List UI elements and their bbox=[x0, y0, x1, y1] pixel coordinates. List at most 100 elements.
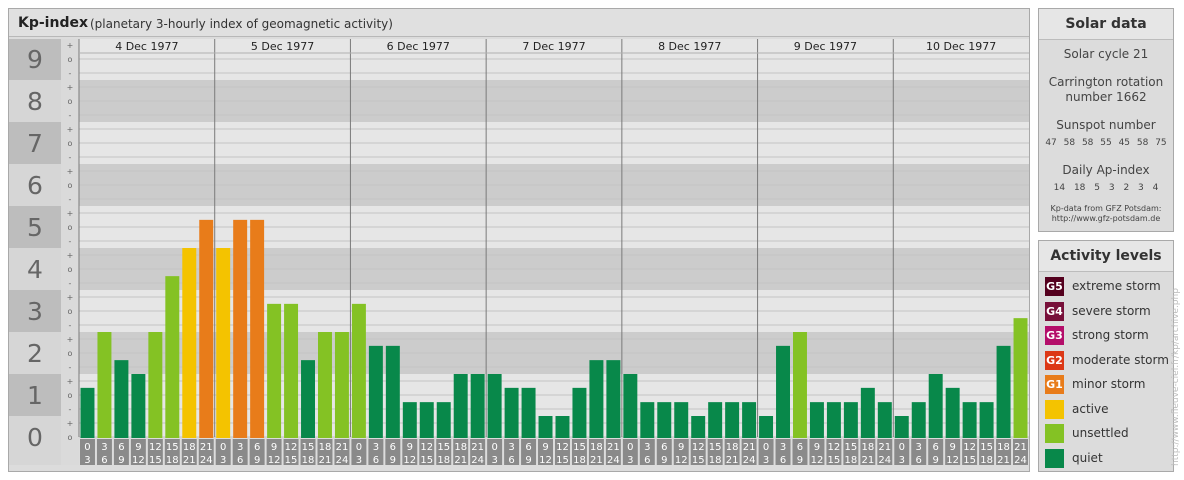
level-label: unsettled bbox=[1072, 426, 1129, 440]
x-tick-label: 3 bbox=[373, 442, 379, 453]
x-tick-label: 9 bbox=[525, 455, 531, 466]
x-tick-label: 12 bbox=[539, 455, 552, 466]
y-minor-label: - bbox=[69, 237, 72, 246]
kp-bar bbox=[504, 387, 519, 438]
kp-bar bbox=[606, 360, 621, 438]
x-tick-label: 9 bbox=[135, 442, 141, 453]
y-axis-label: 7 bbox=[27, 129, 43, 158]
x-tick-label: 18 bbox=[997, 442, 1010, 453]
kp-bar bbox=[487, 374, 502, 438]
x-tick-label: 15 bbox=[709, 442, 722, 453]
level-label: extreme storm bbox=[1072, 279, 1161, 293]
y-minor-label: - bbox=[69, 321, 72, 330]
y-axis-label: 8 bbox=[27, 87, 43, 116]
x-tick-label: 9 bbox=[271, 442, 277, 453]
kp-bar bbox=[928, 374, 943, 438]
kp-bar bbox=[860, 387, 875, 438]
kp-bar bbox=[368, 345, 383, 438]
x-tick-label: 12 bbox=[149, 442, 162, 453]
kp-bar bbox=[521, 387, 536, 438]
y-minor-label: o bbox=[68, 391, 73, 400]
y-minor-label: + bbox=[67, 251, 74, 260]
x-tick-label: 12 bbox=[403, 455, 416, 466]
x-tick-label: 18 bbox=[319, 442, 332, 453]
x-tick-label: 21 bbox=[471, 442, 484, 453]
kp-bar bbox=[945, 387, 960, 438]
x-tick-label: 21 bbox=[1014, 442, 1027, 453]
x-tick-label: 21 bbox=[861, 455, 874, 466]
y-minor-label: + bbox=[67, 167, 74, 176]
level-swatch: G5 bbox=[1045, 277, 1064, 296]
kp-bar bbox=[589, 360, 604, 438]
level-swatch: G1 bbox=[1045, 375, 1064, 394]
kp-bar bbox=[776, 345, 790, 438]
y-minor-label: + bbox=[67, 377, 74, 386]
x-tick-label: 9 bbox=[661, 455, 667, 466]
level-swatch bbox=[1045, 424, 1064, 443]
source-link[interactable]: http://www.gfz-potsdam.de bbox=[1039, 214, 1173, 223]
x-tick-label: 6 bbox=[797, 442, 803, 453]
x-tick-label: 0 bbox=[356, 442, 362, 453]
x-tick-label: 0 bbox=[84, 442, 90, 453]
kp-bar bbox=[657, 402, 672, 438]
y-minor-label: + bbox=[67, 209, 74, 218]
y-minor-label: + bbox=[67, 293, 74, 302]
x-tick-label: 6 bbox=[644, 455, 650, 466]
x-tick-label: 15 bbox=[828, 455, 841, 466]
x-tick-label: 15 bbox=[963, 455, 976, 466]
y-minor-label: - bbox=[69, 405, 72, 414]
kp-bar bbox=[165, 276, 180, 438]
kp-bar bbox=[419, 402, 434, 438]
kp-bar bbox=[572, 387, 587, 438]
x-tick-label: 6 bbox=[661, 442, 667, 453]
x-tick-label: 15 bbox=[166, 442, 179, 453]
kp-bar bbox=[385, 345, 400, 438]
x-tick-label: 6 bbox=[780, 455, 786, 466]
x-tick-label: 12 bbox=[811, 455, 824, 466]
x-tick-label: 21 bbox=[183, 455, 196, 466]
level-swatch bbox=[1045, 399, 1064, 419]
level-swatch: G2 bbox=[1045, 350, 1064, 370]
x-tick-label: 0 bbox=[627, 442, 633, 453]
x-tick-label: 6 bbox=[390, 442, 396, 453]
x-tick-label: 18 bbox=[726, 442, 739, 453]
y-axis-label: 3 bbox=[27, 297, 43, 326]
x-tick-label: 9 bbox=[118, 455, 124, 466]
x-tick-label: 9 bbox=[814, 442, 820, 453]
kp-bar bbox=[131, 374, 146, 438]
level-label: severe storm bbox=[1072, 303, 1151, 318]
x-tick-label: 15 bbox=[437, 442, 450, 453]
y-minor-label: + bbox=[67, 335, 74, 344]
x-tick-label: 21 bbox=[590, 455, 603, 466]
day-label: 8 Dec 1977 bbox=[658, 40, 721, 53]
kp-bar bbox=[555, 416, 570, 438]
y-axis-label: 4 bbox=[27, 255, 43, 284]
y-minor-label: o bbox=[68, 433, 73, 442]
credit-watermark: http://www.fleuve-ciel.fr/kp/archive.php bbox=[1171, 288, 1181, 466]
x-tick-label: 6 bbox=[916, 455, 922, 466]
level-swatch: G4 bbox=[1045, 301, 1064, 321]
x-tick-label: 3 bbox=[899, 455, 905, 466]
y-axis-label: 5 bbox=[27, 213, 43, 242]
kp-bar-chart: 0123456789o+o+-o+-o+-o+-o+-o+-o+-o+-o+-4… bbox=[9, 39, 1029, 466]
x-tick-label: 18 bbox=[302, 455, 315, 466]
kp-bar bbox=[216, 248, 231, 438]
x-tick-label: 18 bbox=[709, 455, 722, 466]
x-tick-label: 6 bbox=[118, 442, 124, 453]
x-tick-label: 12 bbox=[692, 442, 705, 453]
x-tick-label: 15 bbox=[980, 442, 993, 453]
y-minor-label: o bbox=[68, 97, 73, 106]
y-minor-label: - bbox=[69, 195, 72, 204]
x-tick-label: 18 bbox=[183, 442, 196, 453]
level-label: quiet bbox=[1072, 450, 1103, 465]
kp-bar bbox=[334, 332, 349, 438]
kp-bar bbox=[453, 374, 468, 438]
x-tick-label: 24 bbox=[743, 455, 756, 466]
level-swatch: G3 bbox=[1045, 326, 1064, 345]
ap-values: 14 18 5 3 2 3 4 bbox=[1053, 183, 1159, 193]
x-tick-label: 15 bbox=[692, 455, 705, 466]
x-tick-label: 24 bbox=[878, 455, 891, 466]
kp-bar bbox=[674, 402, 689, 438]
solar-data-title: Solar data bbox=[1039, 9, 1173, 40]
x-tick-label: 3 bbox=[84, 455, 90, 466]
